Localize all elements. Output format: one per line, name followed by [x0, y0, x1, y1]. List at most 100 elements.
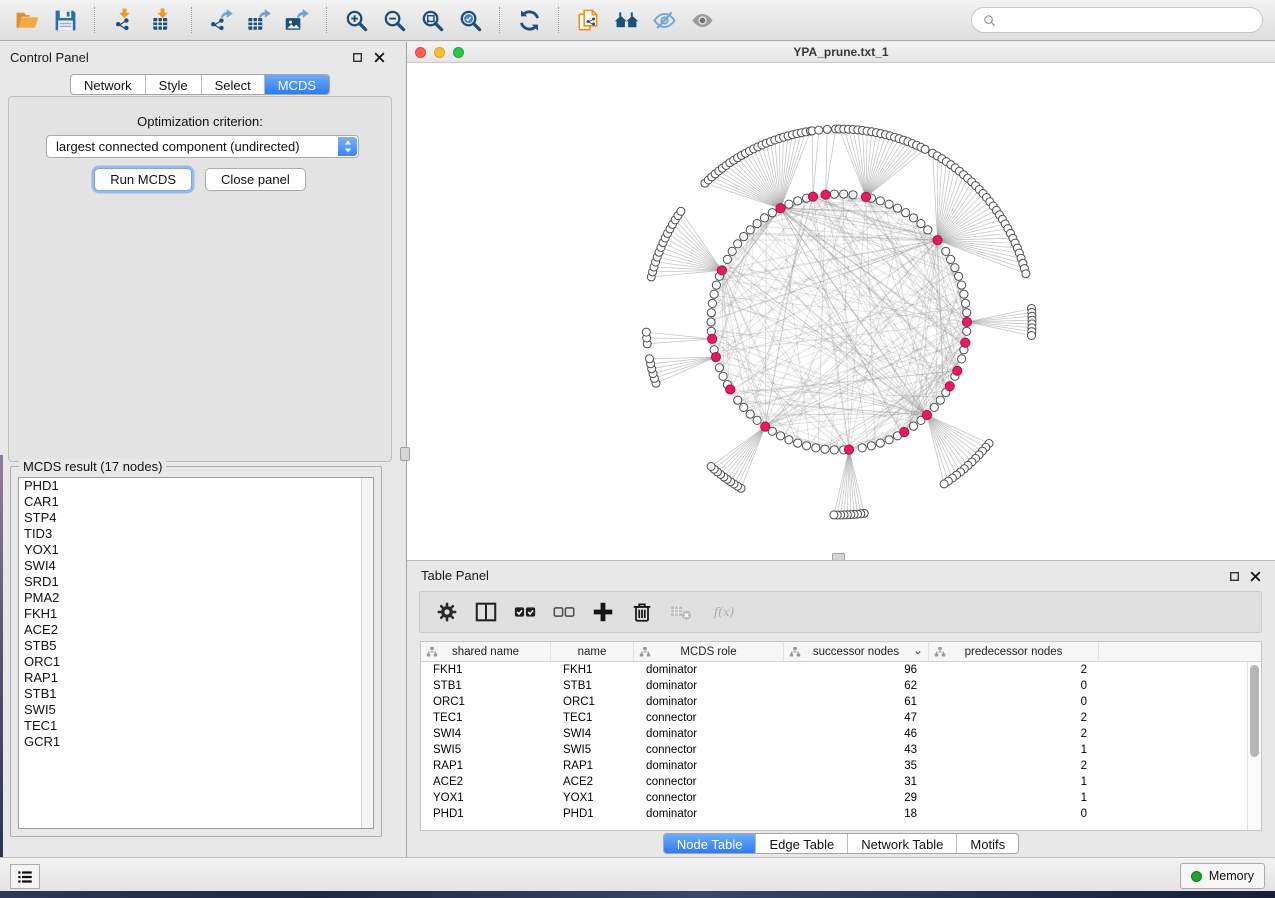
cell-mcds-role[interactable]: connector [634, 742, 784, 758]
cell-name[interactable]: STB1 [551, 678, 634, 694]
cell-predecessor-nodes[interactable]: 2 [929, 726, 1099, 742]
column-header-predecessor-nodes[interactable]: predecessor nodes [929, 642, 1099, 661]
criterion-select[interactable]: largest connected component (undirected) [46, 135, 359, 158]
cell-mcds-role[interactable]: dominator [634, 694, 784, 710]
mcds-list-scrollbar[interactable] [361, 478, 373, 828]
zoom-fit-button[interactable] [417, 5, 447, 35]
cell-shared-name[interactable]: TEC1 [421, 710, 551, 726]
mcds-result-list[interactable]: PHD1CAR1STP4TID3YOX1SWI4SRD1PMA2FKH1ACE2… [18, 477, 374, 829]
column-header-name[interactable]: name [551, 642, 634, 661]
cell-predecessor-nodes[interactable]: 1 [929, 742, 1099, 758]
cell-shared-name[interactable]: FKH1 [421, 662, 551, 678]
table-scrollbar-thumb[interactable] [1250, 665, 1259, 757]
function-builder-button[interactable]: f(x) [707, 599, 743, 625]
run-mcds-button[interactable]: Run MCDS [94, 168, 192, 191]
cell-mcds-role[interactable]: dominator [634, 806, 784, 822]
table-scrollbar[interactable] [1247, 662, 1261, 830]
tab-motifs[interactable]: Motifs [957, 834, 1018, 853]
cell-mcds-role[interactable]: connector [634, 774, 784, 790]
table-settings-button[interactable] [434, 599, 460, 625]
clone-network-button[interactable] [573, 5, 603, 35]
task-history-button[interactable] [10, 864, 40, 889]
table-row[interactable]: ORC1ORC1dominator610 [421, 694, 1261, 710]
cell-predecessor-nodes[interactable]: 1 [929, 774, 1099, 790]
delete-column-button[interactable] [629, 599, 655, 625]
cell-shared-name[interactable]: RAP1 [421, 758, 551, 774]
mcds-result-item[interactable]: TEC1 [19, 718, 373, 734]
mcds-result-item[interactable]: CAR1 [19, 494, 373, 510]
split-panel-button[interactable] [473, 599, 499, 625]
tab-network[interactable]: Network [71, 75, 146, 94]
mcds-result-item[interactable]: GCR1 [19, 734, 373, 750]
table-row[interactable]: PHD1PHD1dominator180 [421, 806, 1261, 822]
select-all-rows-button[interactable] [512, 599, 538, 625]
cell-shared-name[interactable]: YOX1 [421, 790, 551, 806]
mcds-result-item[interactable]: SWI5 [19, 702, 373, 718]
mcds-result-item[interactable]: ORC1 [19, 654, 373, 670]
zoom-window-icon[interactable] [453, 47, 464, 58]
close-panel-button[interactable]: Close panel [205, 168, 306, 191]
table-row[interactable]: SWI5SWI5connector431 [421, 742, 1261, 758]
memory-button[interactable]: Memory [1180, 863, 1265, 889]
table-row[interactable]: YOX1YOX1connector291 [421, 790, 1261, 806]
mcds-result-item[interactable]: FKH1 [19, 606, 373, 622]
cell-shared-name[interactable]: PHD1 [421, 806, 551, 822]
cell-predecessor-nodes[interactable]: 2 [929, 758, 1099, 774]
cell-name[interactable]: PHD1 [551, 806, 634, 822]
search-input[interactable] [1003, 12, 1252, 29]
import-network-button[interactable] [109, 5, 139, 35]
table-row[interactable]: SWI4SWI4dominator462 [421, 726, 1261, 742]
cell-name[interactable]: RAP1 [551, 758, 634, 774]
column-header-mcds-role[interactable]: MCDS role [634, 642, 784, 661]
cell-successor-nodes[interactable]: 47 [784, 710, 929, 726]
cell-predecessor-nodes[interactable]: 0 [929, 806, 1099, 822]
mcds-result-item[interactable]: YOX1 [19, 542, 373, 558]
cell-mcds-role[interactable]: dominator [634, 726, 784, 742]
export-table-button[interactable] [244, 5, 274, 35]
mcds-result-item[interactable]: STB1 [19, 686, 373, 702]
table-row[interactable]: FKH1FKH1dominator962 [421, 662, 1261, 678]
close-window-icon[interactable] [415, 47, 426, 58]
cell-predecessor-nodes[interactable]: 1 [929, 790, 1099, 806]
network-canvas[interactable] [407, 63, 1275, 560]
mcds-result-item[interactable]: ACE2 [19, 622, 373, 638]
cell-mcds-role[interactable]: dominator [634, 662, 784, 678]
cell-mcds-role[interactable]: dominator [634, 758, 784, 774]
hide-selected-button[interactable] [649, 5, 679, 35]
cell-successor-nodes[interactable]: 96 [784, 662, 929, 678]
cell-successor-nodes[interactable]: 43 [784, 742, 929, 758]
float-panel-icon[interactable] [351, 51, 364, 64]
mcds-result-item[interactable]: SWI4 [19, 558, 373, 574]
cell-shared-name[interactable]: SWI5 [421, 742, 551, 758]
table-row[interactable]: RAP1RAP1dominator352 [421, 758, 1261, 774]
tab-node-table[interactable]: Node Table [664, 834, 757, 853]
cell-successor-nodes[interactable]: 61 [784, 694, 929, 710]
close-table-panel-icon[interactable] [1249, 570, 1262, 583]
minimize-window-icon[interactable] [434, 47, 445, 58]
cell-predecessor-nodes[interactable]: 2 [929, 710, 1099, 726]
zoom-selected-button[interactable] [455, 5, 485, 35]
save-session-button[interactable] [50, 5, 80, 35]
add-column-button[interactable] [590, 599, 616, 625]
float-table-panel-icon[interactable] [1228, 570, 1241, 583]
cell-name[interactable]: ACE2 [551, 774, 634, 790]
cell-predecessor-nodes[interactable]: 2 [929, 662, 1099, 678]
tab-edge-table[interactable]: Edge Table [756, 834, 848, 853]
table-row[interactable]: TEC1TEC1connector472 [421, 710, 1261, 726]
cell-shared-name[interactable]: ORC1 [421, 694, 551, 710]
tab-select[interactable]: Select [202, 75, 265, 94]
export-network-button[interactable] [206, 5, 236, 35]
close-panel-icon[interactable] [373, 51, 386, 64]
cell-mcds-role[interactable]: connector [634, 710, 784, 726]
cell-name[interactable]: YOX1 [551, 790, 634, 806]
panel-divider-handle[interactable] [400, 447, 410, 461]
show-all-button[interactable] [687, 5, 717, 35]
cell-predecessor-nodes[interactable]: 0 [929, 678, 1099, 694]
deselect-all-rows-button[interactable] [551, 599, 577, 625]
cell-mcds-role[interactable]: dominator [634, 678, 784, 694]
column-header-shared-name[interactable]: shared name [421, 642, 551, 661]
cell-name[interactable]: SWI5 [551, 742, 634, 758]
cell-successor-nodes[interactable]: 18 [784, 806, 929, 822]
mcds-result-item[interactable]: STB5 [19, 638, 373, 654]
cell-name[interactable]: TEC1 [551, 710, 634, 726]
